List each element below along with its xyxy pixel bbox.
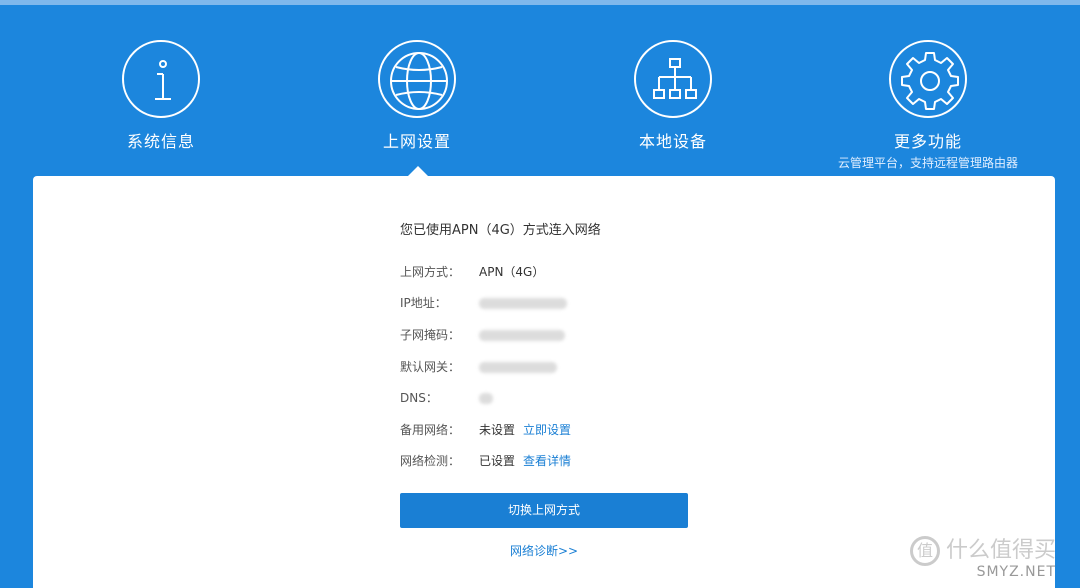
- globe-icon: [378, 40, 456, 118]
- nav-sublabel: 云管理平台，支持远程管理路由器: [837, 156, 1018, 170]
- watermark-logo: 值: [909, 536, 940, 566]
- top-nav: 系统信息 上网设置 本地设备 更多功能 云管理平台，支持远程管理路由器: [0, 0, 1080, 176]
- nav-item-more-features[interactable]: 更多功能 云管理平台，支持远程管理路由器: [818, 40, 1038, 171]
- status-headline: 您已使用APN（4G）方式连入网络: [400, 223, 601, 238]
- nav-label: 更多功能: [893, 132, 962, 151]
- row-value-redacted: [479, 293, 567, 313]
- row-value: 未设置: [479, 423, 516, 437]
- nav-item-internet-settings[interactable]: 上网设置: [307, 40, 527, 152]
- network-diagnose-link[interactable]: 网络诊断>>: [400, 541, 688, 561]
- row-value-redacted: [479, 388, 493, 408]
- setup-now-link[interactable]: 立即设置: [523, 423, 571, 437]
- row-value-redacted: [479, 357, 557, 377]
- info-icon: [122, 40, 200, 118]
- watermark-text: 什么值得买: [945, 538, 1056, 563]
- gear-icon: [889, 40, 967, 118]
- row-key: 上网方式：: [400, 265, 461, 279]
- device-tree-icon: [634, 40, 712, 118]
- row-key: 子网掩码：: [400, 328, 461, 342]
- nav-label: 系统信息: [126, 132, 195, 151]
- status-headline-wrap: 您已使用APN（4G）方式连入网络: [400, 221, 700, 241]
- row-value-redacted: [479, 325, 565, 345]
- row-key: 默认网关：: [400, 360, 461, 374]
- watermark-site: SMYZ.NET: [976, 564, 1056, 580]
- view-details-link[interactable]: 查看详情: [523, 454, 571, 468]
- row-key: DNS：: [400, 391, 438, 405]
- row-key: 备用网络：: [400, 423, 461, 437]
- row-value-group: 已设置 查看详情: [479, 451, 571, 471]
- active-tab-pointer: [408, 166, 428, 176]
- nav-label: 本地设备: [638, 132, 707, 151]
- row-value-group: 未设置 立即设置: [479, 420, 571, 440]
- row-value: APN（4G）: [479, 265, 545, 279]
- nav-label: 上网设置: [382, 132, 451, 151]
- switch-connection-button[interactable]: 切换上网方式: [400, 493, 688, 528]
- watermark: 值什么值得买: [909, 536, 1056, 566]
- nav-item-system-info[interactable]: 系统信息: [51, 40, 271, 152]
- nav-item-local-devices[interactable]: 本地设备: [563, 40, 783, 152]
- row-key: 网络检测：: [400, 454, 461, 468]
- row-key: IP地址：: [400, 296, 447, 310]
- row-value: 已设置: [479, 454, 516, 468]
